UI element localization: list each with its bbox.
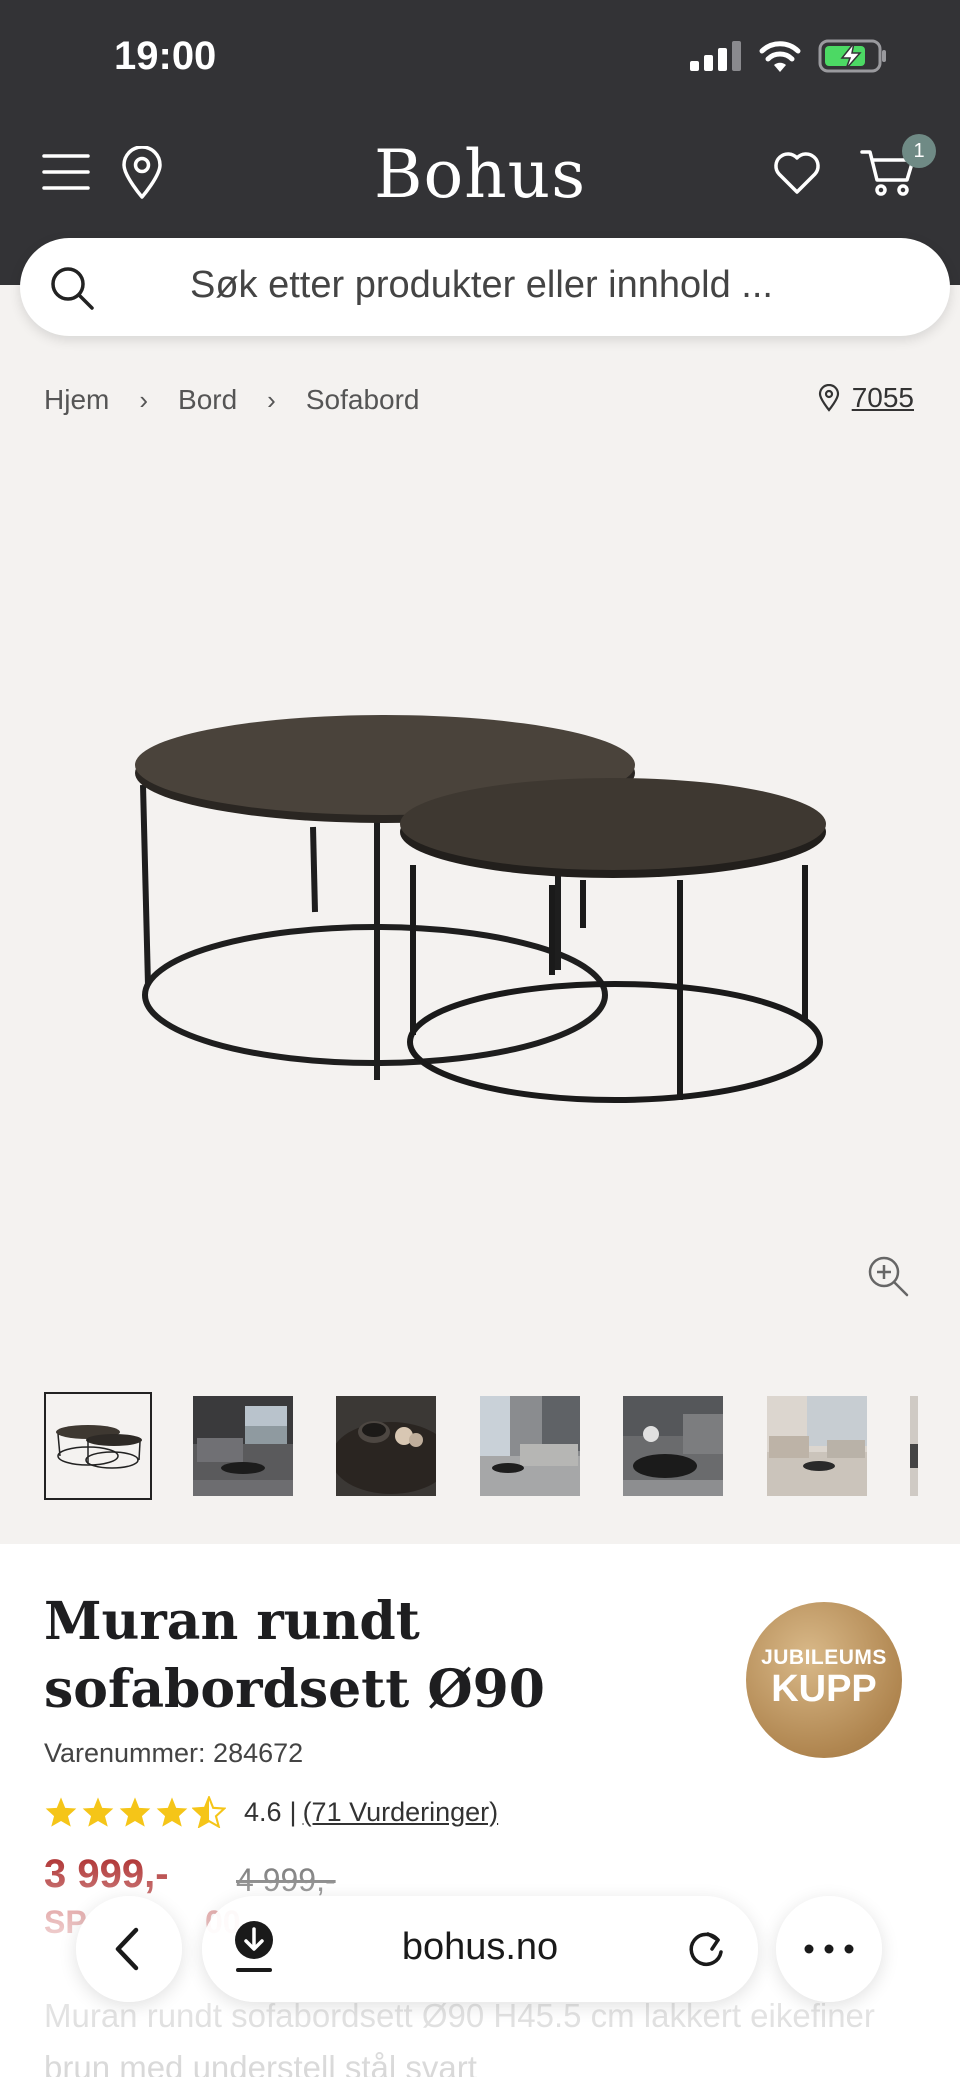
- product-description: Muran rundt sofabordsett Ø90 H45.5 cm la…: [44, 1997, 875, 2077]
- battery-charging-icon: [818, 39, 886, 73]
- location-pin-icon: [818, 384, 839, 412]
- zip-code: 7055: [851, 382, 914, 413]
- wishlist-heart-icon[interactable]: [772, 148, 822, 198]
- browser-url: bohus.no: [401, 1926, 559, 1968]
- star-full-icon: [119, 1797, 151, 1827]
- breadcrumb: Hjem › Bord › Sofabord: [44, 384, 419, 416]
- thumbnail-room-3[interactable]: [623, 1396, 723, 1496]
- signal-icon: [690, 41, 741, 71]
- chevron-right-icon: ›: [267, 384, 276, 415]
- rating-separator: |: [289, 1796, 297, 1827]
- thumbnail-partial[interactable]: [910, 1396, 960, 1496]
- star-half-icon: [192, 1796, 226, 1828]
- cart-count-badge: 1: [902, 134, 936, 168]
- current-price: 3 999,-: [44, 1852, 169, 1896]
- original-price: 4 999,-: [236, 1862, 336, 1898]
- star-full-icon: [156, 1797, 188, 1827]
- search-placeholder: Søk etter produkter eller innhold ...: [190, 264, 773, 306]
- product-main-image[interactable]: [0, 440, 960, 1340]
- product-rating[interactable]: 4.6 | (71 Vurderinger): [44, 1796, 498, 1828]
- rating-count-link[interactable]: (71 Vurderinger): [303, 1797, 499, 1828]
- browser-address-bar[interactable]: bohus.no: [202, 1896, 758, 2002]
- jubileums-kupp-badge: JUBILEUMS KUPP: [746, 1602, 902, 1758]
- thumbnail-strip[interactable]: [44, 1392, 960, 1502]
- chevron-right-icon: ›: [139, 384, 149, 415]
- breadcrumb-home[interactable]: Hjem: [44, 384, 109, 416]
- badge-line-2: KUPP: [771, 1668, 877, 1710]
- thumbnail-tabletop-detail[interactable]: [336, 1396, 436, 1496]
- chevron-left-icon: [115, 1927, 139, 1971]
- star-full-icon: [82, 1797, 114, 1827]
- search-input[interactable]: Søk etter produkter eller innhold ...: [20, 238, 950, 336]
- browser-more-button[interactable]: [776, 1896, 882, 2002]
- status-time: 19:00: [114, 34, 217, 78]
- breadcrumb-bord[interactable]: Bord: [178, 384, 237, 416]
- search-icon: [51, 267, 94, 310]
- rating-stars: [44, 1796, 226, 1828]
- wifi-icon: [759, 41, 801, 72]
- more-dots-icon: [804, 1944, 854, 1954]
- zoom-in-icon[interactable]: [866, 1254, 910, 1298]
- product-title: Muran rundt sofabordsett Ø90: [44, 1591, 545, 1720]
- thumbnail-product[interactable]: [44, 1392, 152, 1500]
- product-sku: Varenummer: 284672: [44, 1738, 304, 1768]
- delivery-zip-link[interactable]: 7055: [818, 382, 914, 414]
- status-icons: [690, 36, 888, 76]
- browser-back-button[interactable]: [76, 1896, 182, 2002]
- reload-icon[interactable]: [686, 1924, 726, 1972]
- thumbnail-room-4[interactable]: [767, 1396, 867, 1496]
- badge-line-1: JUBILEUMS: [761, 1646, 887, 1669]
- thumbnail-room-1[interactable]: [193, 1396, 293, 1496]
- rating-value: 4.6: [244, 1796, 282, 1827]
- breadcrumb-sofabord[interactable]: Sofabord: [306, 384, 420, 416]
- star-full-icon: [45, 1797, 77, 1827]
- thumbnail-room-2[interactable]: [480, 1396, 580, 1496]
